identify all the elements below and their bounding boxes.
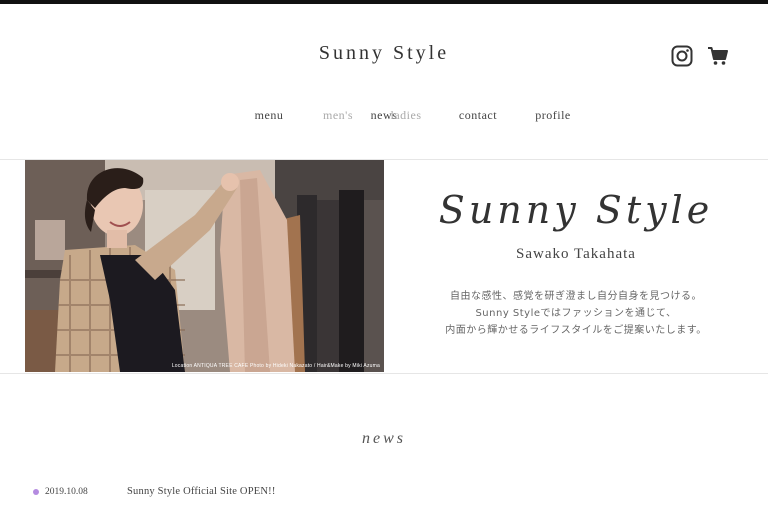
hero-description-line: Sunny Styleではファッションを通じて、 xyxy=(475,308,677,319)
hero-description-line: 内面から輝かせるライフスタイルをご提案いたします。 xyxy=(445,325,707,336)
hero-photo: Location ANTIQUA TREE CAFE Photo by Hide… xyxy=(25,160,384,372)
cart-icon[interactable] xyxy=(706,44,730,68)
news-bullet-icon xyxy=(33,488,39,495)
hero-text: Sunny Style Sawako Takahata 自由な感性、感覚を研ぎ澄… xyxy=(384,160,768,372)
nav-item-profile[interactable]: profile xyxy=(520,108,586,123)
hero-description: 自由な感性、感覚を研ぎ澄まし自分自身を見つける。 Sunny Styleではファ… xyxy=(384,288,768,339)
hero-divider xyxy=(0,373,768,374)
nav-item-ladies[interactable]: ladies xyxy=(373,108,439,123)
news-list-item[interactable]: 2019.10.08 Sunny Style Official Site OPE… xyxy=(33,486,276,497)
instagram-icon[interactable] xyxy=(670,44,694,68)
nav-item-contact[interactable]: contact xyxy=(445,108,511,123)
news-date: 2019.10.08 xyxy=(45,486,88,497)
news-heading: news xyxy=(362,430,406,447)
news-text[interactable]: Sunny Style Official Site OPEN!! xyxy=(127,486,276,497)
hero-subtitle: Sawako Takahata xyxy=(516,246,636,262)
main-nav: news menu men's ladies contact profile xyxy=(0,108,768,123)
site-logo[interactable]: Sunny Style xyxy=(0,42,768,65)
hero-section: Location ANTIQUA TREE CAFE Photo by Hide… xyxy=(0,160,768,373)
header-icons xyxy=(670,44,730,68)
photo-credit: Location ANTIQUA TREE CAFE Photo by Hide… xyxy=(171,363,380,369)
hero-title: Sunny Style xyxy=(438,188,714,232)
nav-item-mens[interactable]: men's xyxy=(305,108,371,123)
hero-description-line: 自由な感性、感覚を研ぎ澄まし自分自身を見つける。 xyxy=(450,291,702,302)
site-header: Sunny Style news menu men's ladies conta… xyxy=(0,4,768,159)
nav-item-menu[interactable]: menu xyxy=(236,108,302,123)
